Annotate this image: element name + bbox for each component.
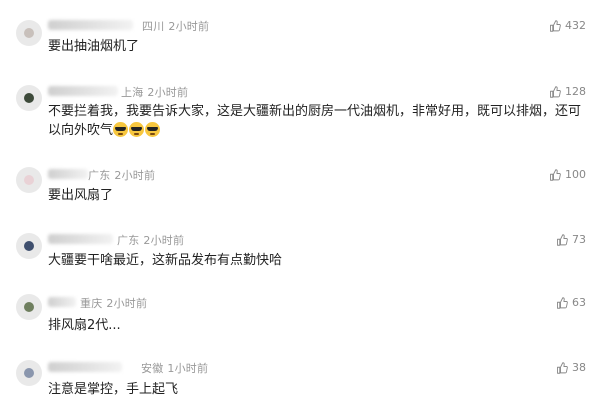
- username-blurred: [48, 234, 113, 244]
- like-count: 432: [565, 19, 586, 32]
- timestamp: 2小时前: [114, 169, 156, 182]
- timestamp: 1小时前: [167, 362, 209, 375]
- like-button[interactable]: 100: [549, 168, 586, 181]
- username-blurred: [48, 86, 118, 96]
- timestamp: 2小时前: [106, 297, 148, 310]
- comment-meta: 广东 2小时前: [117, 232, 184, 248]
- comment-text-body: 不要拦着我，我要告诉大家，这是大疆新出的厨房一代油烟机，非常好用，既可以排烟，还…: [48, 104, 582, 138]
- comment-meta: 上海 2小时前: [121, 84, 188, 100]
- like-button[interactable]: 38: [556, 361, 586, 374]
- like-count: 73: [572, 233, 586, 246]
- comment-meta: 安徽 1小时前: [141, 360, 208, 376]
- cool-sunglasses-emoji: [145, 122, 161, 137]
- avatar[interactable]: [16, 167, 42, 193]
- username-blurred: [48, 20, 133, 30]
- like-button[interactable]: 63: [556, 296, 586, 309]
- comment-list: 四川 2小时前 432 要出抽油烟机了 上海 2小时前 128 不要拦着我，我要告诉…: [0, 0, 600, 415]
- username-blurred: [48, 169, 88, 179]
- location: 广东: [88, 169, 111, 182]
- location: 安徽: [141, 362, 164, 375]
- like-count: 100: [565, 168, 586, 181]
- like-count: 128: [565, 85, 586, 98]
- comment-text: 要出抽油烟机了: [48, 39, 140, 54]
- timestamp: 2小时前: [143, 234, 185, 247]
- comment-text: 要出风扇了: [48, 188, 114, 203]
- comment-text: 大疆要干啥最近，这新品发布有点勤快哈: [48, 253, 283, 268]
- avatar[interactable]: [16, 233, 42, 259]
- like-button[interactable]: 128: [549, 85, 586, 98]
- location: 四川: [142, 20, 165, 33]
- cool-sunglasses-emoji: [129, 122, 145, 137]
- comment-meta: 重庆 2小时前: [80, 295, 147, 311]
- cool-sunglasses-emoji: [113, 122, 129, 137]
- location: 上海: [121, 86, 144, 99]
- like-count: 63: [572, 296, 586, 309]
- username-blurred: [48, 297, 76, 307]
- avatar[interactable]: [16, 85, 42, 111]
- comment-meta: 广东 2小时前: [88, 167, 155, 183]
- like-button[interactable]: 432: [549, 19, 586, 32]
- thumbs-up-icon: [557, 233, 568, 246]
- timestamp: 2小时前: [168, 20, 210, 33]
- thumbs-up-icon: [550, 168, 561, 181]
- like-count: 38: [572, 361, 586, 374]
- avatar[interactable]: [16, 20, 42, 46]
- comment-meta: 四川 2小时前: [142, 18, 209, 34]
- comment-text: 不要拦着我，我要告诉大家，这是大疆新出的厨房一代油烟机，非常好用，既可以排烟，还…: [48, 102, 588, 140]
- comment-text: 注意是掌控，手上起飞: [48, 382, 179, 397]
- timestamp: 2小时前: [147, 86, 189, 99]
- avatar[interactable]: [16, 294, 42, 320]
- comment-text: 排风扇2代...: [48, 318, 121, 333]
- avatar[interactable]: [16, 360, 42, 386]
- thumbs-up-icon: [550, 85, 561, 98]
- like-button[interactable]: 73: [556, 233, 586, 246]
- location: 重庆: [80, 297, 103, 310]
- thumbs-up-icon: [550, 19, 561, 32]
- thumbs-up-icon: [557, 296, 568, 309]
- location: 广东: [117, 234, 140, 247]
- thumbs-up-icon: [557, 361, 568, 374]
- username-blurred: [48, 362, 122, 372]
